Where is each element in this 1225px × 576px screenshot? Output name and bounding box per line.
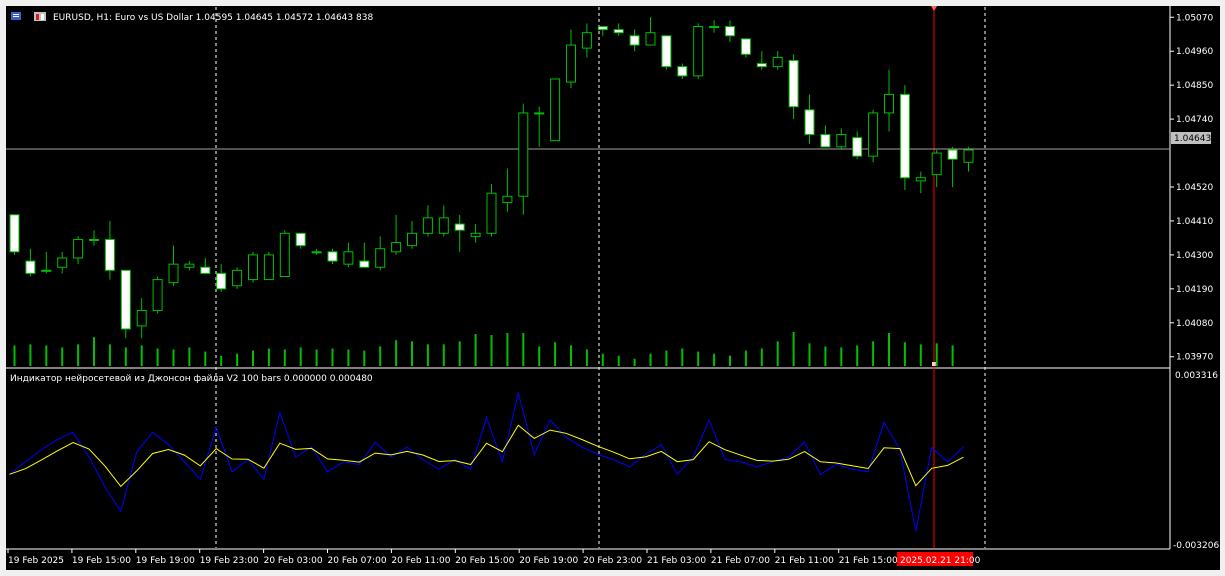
candle-body[interactable] [581, 32, 592, 49]
time-tick-label: 19 Feb 2025 [8, 556, 64, 566]
candle-body[interactable] [597, 26, 608, 31]
symbol-info: EURUSD, H1: Euro vs US Dollar 1.04595 1.… [53, 13, 373, 23]
time-tick-label: 20 Feb 11:00 [391, 556, 450, 566]
candle-body[interactable] [263, 254, 274, 281]
candle-body[interactable] [200, 266, 211, 274]
candle-body[interactable] [104, 238, 115, 271]
candle-body[interactable] [502, 195, 513, 203]
time-tick-label: 20 Feb 19:00 [519, 556, 578, 566]
price-tick-label: 1.04410 [1176, 217, 1213, 227]
price-tick-label: 1.04520 [1176, 183, 1213, 193]
candle-body[interactable] [788, 59, 799, 108]
market-watch-icon[interactable] [34, 12, 46, 21]
candle-body[interactable] [963, 149, 974, 163]
indicator-title: Индикатор нейросетевой из Джонсон файла … [10, 374, 373, 384]
candle-body[interactable] [725, 26, 735, 37]
candle-body[interactable] [931, 152, 942, 176]
candle-body[interactable] [518, 112, 529, 197]
candle-body[interactable] [486, 192, 497, 234]
current-price-label: 1.04643 [1174, 134, 1211, 144]
time-tick-label: 20 Feb 23:00 [583, 556, 642, 566]
candle-body[interactable] [89, 238, 99, 241]
candle-body[interactable] [709, 26, 720, 29]
candle-body[interactable] [947, 149, 958, 160]
price-tick-label: 1.05070 [1176, 13, 1213, 23]
time-tick-label: 20 Feb 03:00 [264, 556, 323, 566]
candle-body[interactable] [899, 93, 910, 179]
time-tick-label: 21 Feb 15:00 [839, 556, 898, 566]
candle-body[interactable] [804, 109, 815, 136]
candle-body[interactable] [740, 38, 751, 55]
time-tick-label: 20 Feb 15:00 [455, 556, 514, 566]
chart-window: 1.05070 1.04960 1.04850 1.04740 1.04520 1.044… [0, 0, 1225, 576]
candle-body[interactable] [327, 251, 338, 262]
candle-body[interactable] [836, 134, 847, 148]
price-tick-label: 1.03970 [1176, 353, 1213, 363]
now-marker-bottom [932, 362, 936, 366]
candle-body[interactable] [232, 269, 243, 287]
candle-body[interactable] [693, 26, 704, 77]
time-tick-label: 21 Feb 03:00 [647, 556, 706, 566]
candle-body[interactable] [884, 93, 894, 114]
candle-body[interactable] [136, 309, 147, 327]
candle-body[interactable] [454, 223, 465, 231]
price-tick-label: 1.04190 [1176, 285, 1213, 295]
indicator-line-yellow [9, 424, 964, 488]
candle-body[interactable] [661, 35, 672, 68]
candle-body[interactable] [550, 78, 561, 142]
time-tick-label: 19 Feb 19:00 [136, 556, 195, 566]
candle-body[interactable] [534, 112, 545, 115]
candle-body[interactable] [57, 257, 68, 268]
candle-body[interactable] [868, 112, 879, 157]
candle-body[interactable] [168, 263, 179, 284]
crosshair-time-label: 2025.02.21 21:00 [900, 556, 981, 566]
candle-body[interactable] [391, 242, 402, 253]
chart-canvas[interactable]: 1.05070 1.04960 1.04850 1.04740 1.04520 1.044… [0, 0, 1225, 576]
candle-body[interactable] [41, 269, 52, 272]
candle-body[interactable] [248, 254, 258, 281]
candle-body[interactable] [25, 260, 36, 274]
candle-body[interactable] [645, 32, 656, 46]
time-tick-label: 20 Feb 07:00 [328, 556, 387, 566]
candle-body[interactable] [613, 29, 624, 34]
candle-body[interactable] [470, 232, 481, 237]
indicator-min-label: -0.003206 [1173, 541, 1219, 551]
candle-body[interactable] [407, 232, 417, 247]
candle-body[interactable] [343, 251, 354, 265]
time-tick-label: 19 Feb 23:00 [200, 556, 259, 566]
candle-body[interactable] [73, 238, 84, 259]
price-tick-label: 1.04960 [1176, 47, 1213, 57]
price-tick-label: 1.04080 [1176, 319, 1213, 329]
candle-body[interactable] [9, 214, 20, 253]
candle-body[interactable] [311, 251, 322, 254]
indicator-max-label: 0.003316 [1175, 371, 1218, 381]
symbol-header: EURUSD, H1: Euro vs US Dollar 1.04595 1.… [11, 12, 373, 23]
candle-body[interactable] [820, 134, 831, 148]
time-tick-label: 19 Feb 15:00 [72, 556, 131, 566]
now-marker-top [931, 6, 937, 11]
candle-body[interactable] [359, 260, 370, 268]
candle-body[interactable] [216, 272, 227, 290]
candle-body[interactable] [566, 44, 576, 83]
price-tick-label: 1.04740 [1176, 115, 1213, 125]
candle-body[interactable] [756, 63, 767, 68]
candle-body[interactable] [152, 279, 163, 311]
time-tick-label: 21 Feb 11:00 [775, 556, 834, 566]
price-tick-label: 1.04850 [1176, 81, 1213, 91]
candle-body[interactable] [677, 66, 688, 77]
candle-body[interactable] [375, 248, 386, 268]
candle-body[interactable] [852, 137, 863, 157]
candle-body[interactable] [772, 56, 783, 68]
price-tick-label: 1.04300 [1176, 251, 1213, 261]
candle-body[interactable] [295, 232, 306, 247]
candle-body[interactable] [120, 269, 131, 330]
time-tick-label: 21 Feb 07:00 [711, 556, 770, 566]
candle-body[interactable] [184, 263, 195, 268]
candle-body[interactable] [629, 35, 640, 46]
candle-body[interactable] [915, 177, 926, 182]
candle-body[interactable] [422, 217, 433, 234]
candle-body[interactable] [438, 217, 449, 234]
candle-body[interactable] [279, 232, 290, 278]
